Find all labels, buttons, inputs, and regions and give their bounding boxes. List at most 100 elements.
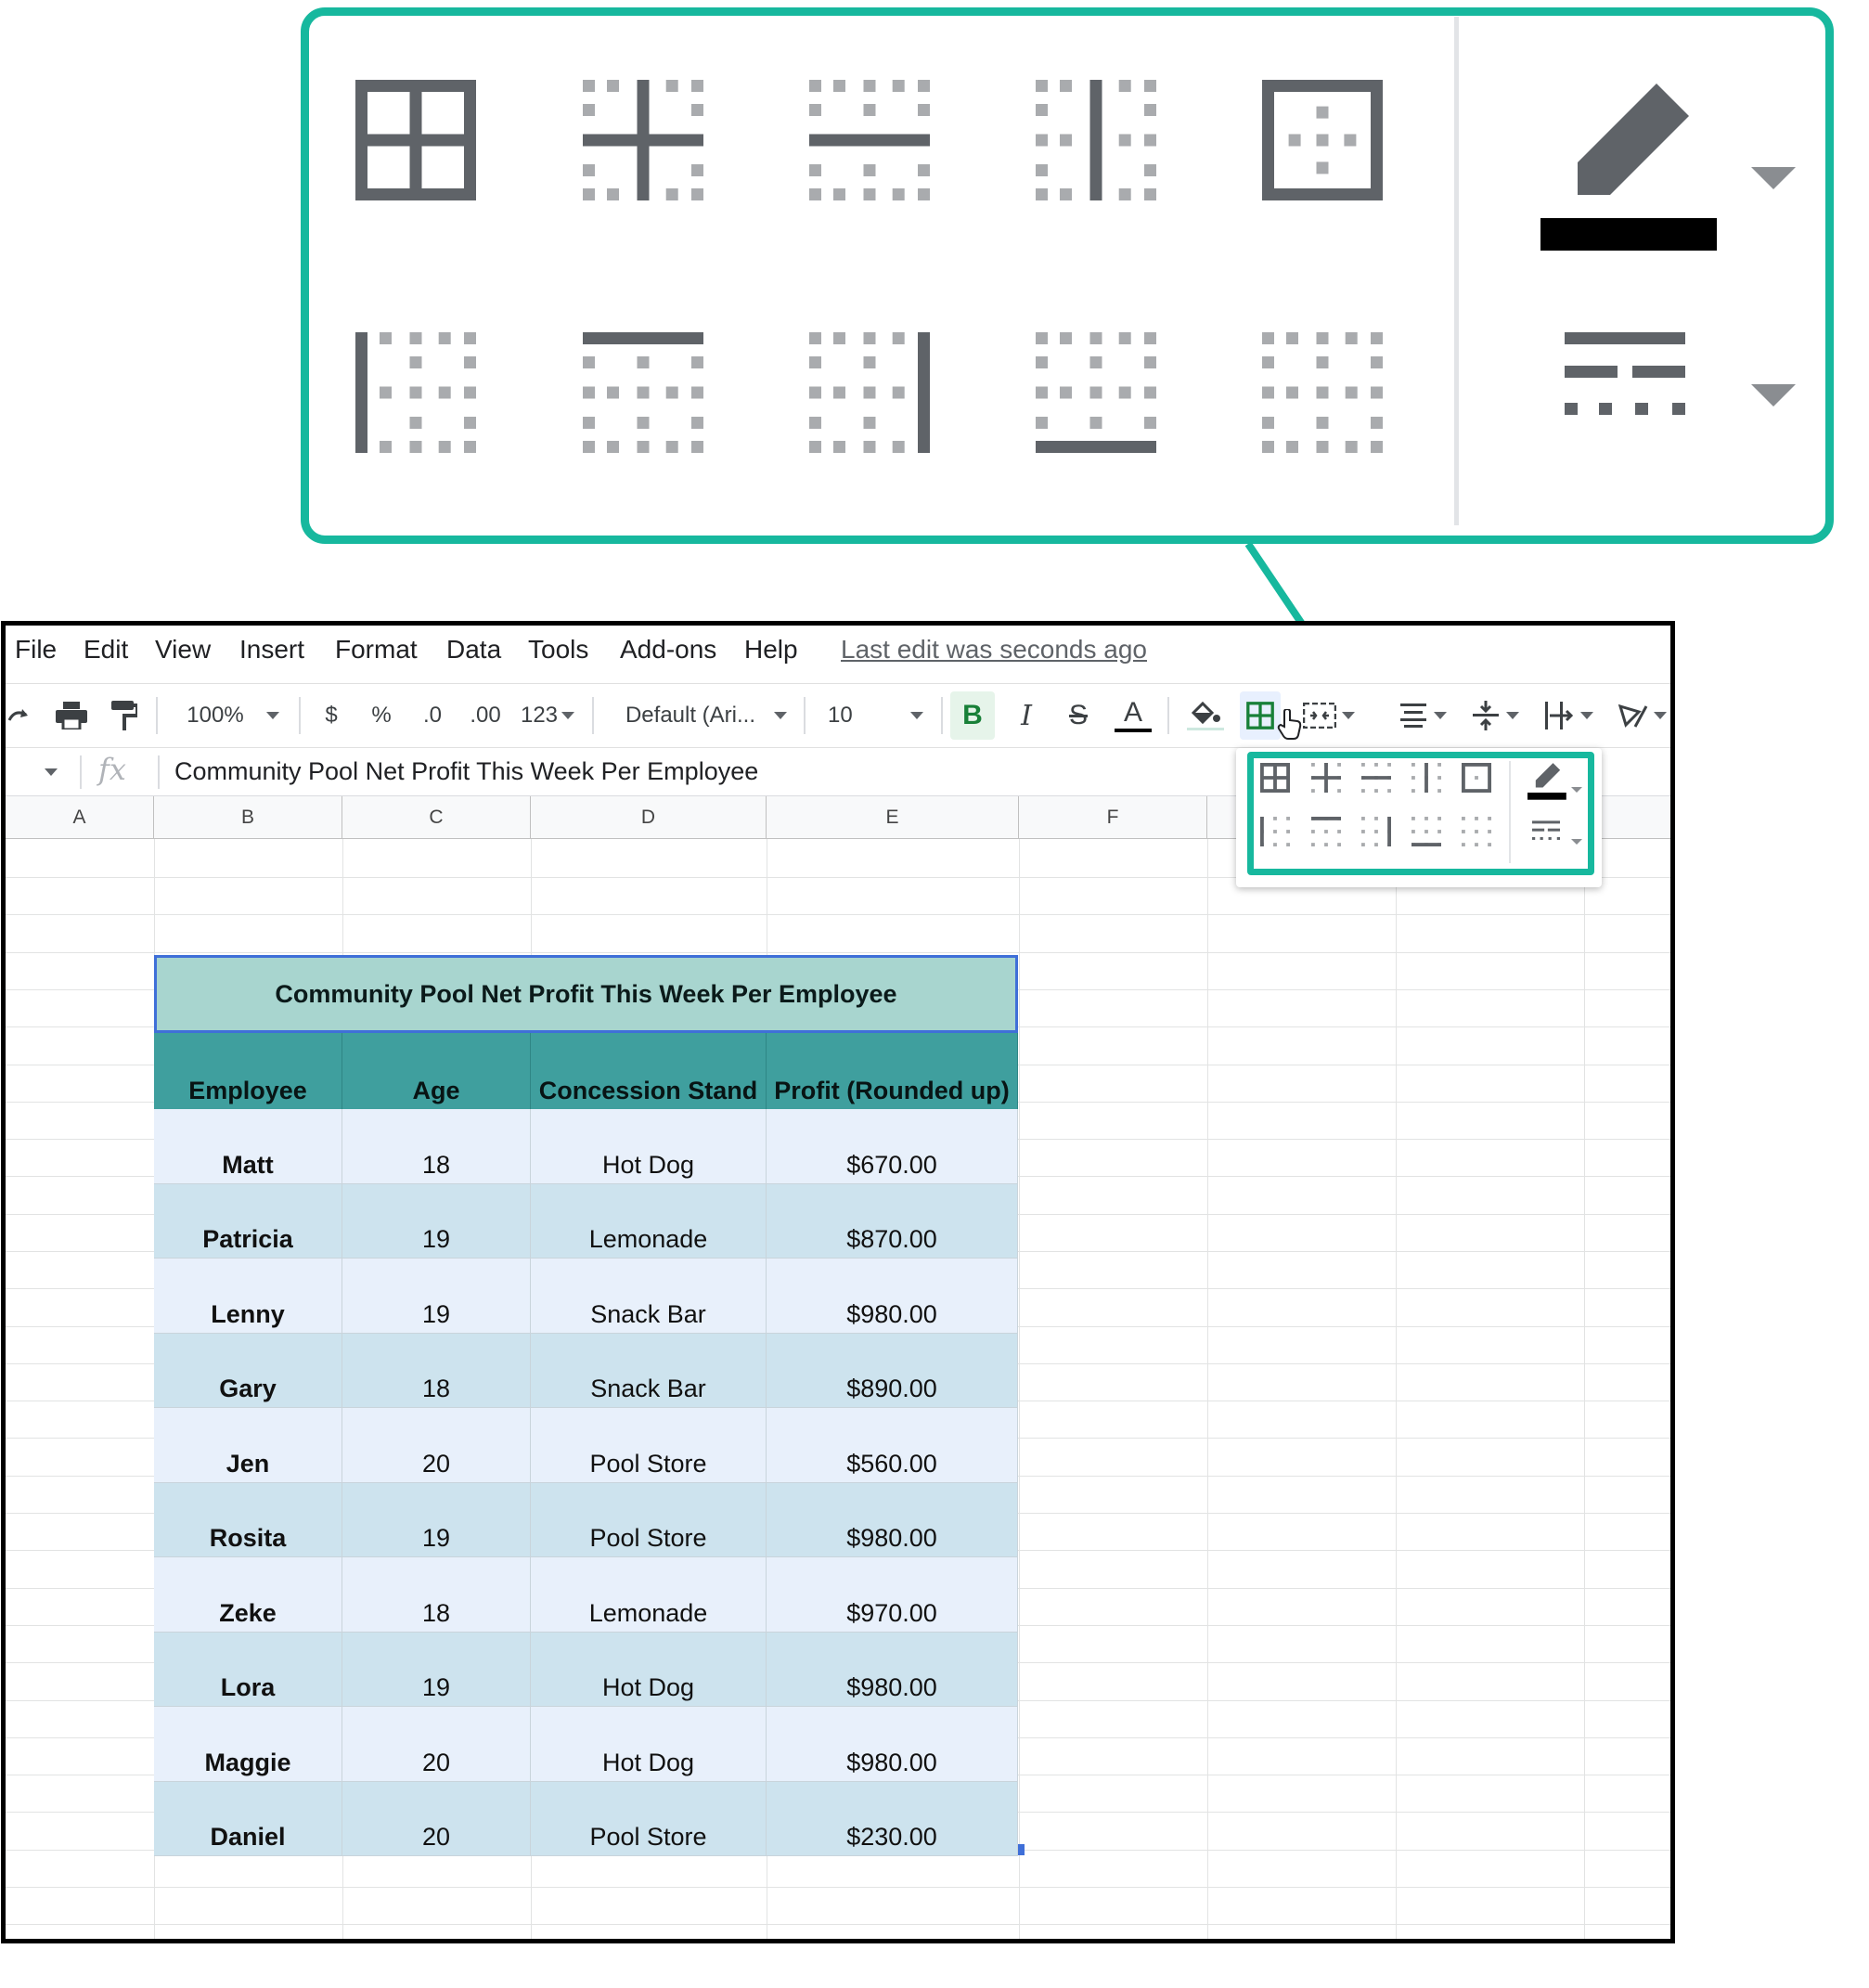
table-cell[interactable]: Hot Dog — [531, 1109, 767, 1184]
italic-button[interactable]: I — [1008, 691, 1045, 740]
clear-borders-icon[interactable] — [1462, 817, 1491, 846]
column-header-b[interactable]: B — [154, 796, 342, 839]
border-color-caret[interactable] — [1571, 787, 1582, 793]
table-cell[interactable]: Maggie — [154, 1707, 342, 1782]
table-cell[interactable]: Patricia — [154, 1183, 342, 1259]
table-title-cell[interactable]: Community Pool Net Profit This Week Per … — [154, 955, 1018, 1033]
inner-borders-icon[interactable] — [583, 80, 703, 200]
menu-format[interactable]: Format — [335, 635, 418, 665]
menu-help[interactable]: Help — [744, 635, 798, 665]
formula-input[interactable]: Community Pool Net Profit This Week Per … — [174, 757, 758, 786]
table-cell[interactable]: Lemonade — [531, 1557, 767, 1633]
increase-decimal-button[interactable]: .00 — [464, 691, 507, 740]
right-border-icon[interactable] — [809, 332, 930, 453]
vertical-align-icon[interactable] — [1468, 691, 1524, 740]
all-borders-icon[interactable] — [355, 80, 476, 200]
fill-color-icon[interactable] — [1182, 691, 1229, 740]
last-edit-link[interactable]: Last edit was seconds ago — [841, 635, 1147, 665]
table-header-cell[interactable]: Concession Stand — [531, 1033, 767, 1109]
top-border-icon[interactable] — [583, 332, 703, 453]
border-style-icon[interactable] — [1565, 332, 1685, 418]
right-border-icon[interactable] — [1361, 817, 1391, 846]
horizontal-borders-icon[interactable] — [809, 80, 930, 200]
left-border-icon[interactable] — [1260, 817, 1290, 846]
top-border-icon[interactable] — [1311, 817, 1341, 846]
table-cell[interactable]: 19 — [342, 1482, 531, 1557]
horizontal-align-icon[interactable] — [1396, 691, 1451, 740]
menu-addons[interactable]: Add-ons — [620, 635, 716, 665]
print-icon[interactable] — [50, 691, 93, 740]
table-cell[interactable]: Matt — [154, 1109, 342, 1184]
menu-data[interactable]: Data — [446, 635, 501, 665]
currency-button[interactable]: $ — [316, 691, 347, 740]
bold-button[interactable]: B — [950, 691, 995, 740]
column-header-c[interactable]: C — [342, 796, 531, 839]
outer-borders-icon[interactable] — [1262, 80, 1383, 200]
table-cell[interactable]: $230.00 — [767, 1781, 1018, 1856]
column-header-d[interactable]: D — [531, 796, 767, 839]
border-color-icon[interactable] — [1527, 763, 1568, 802]
vertical-borders-icon[interactable] — [1036, 80, 1156, 200]
percent-button[interactable]: % — [366, 691, 397, 740]
border-style-icon[interactable] — [1532, 820, 1560, 841]
menu-insert[interactable]: Insert — [239, 635, 304, 665]
table-cell[interactable]: 18 — [342, 1557, 531, 1633]
table-cell[interactable]: 20 — [342, 1408, 531, 1483]
table-cell[interactable]: Snack Bar — [531, 1333, 767, 1408]
table-cell[interactable]: Jen — [154, 1408, 342, 1483]
table-cell[interactable]: Pool Store — [531, 1781, 767, 1856]
strikethrough-button[interactable]: S — [1060, 691, 1097, 740]
table-cell[interactable]: $980.00 — [767, 1482, 1018, 1557]
table-cell[interactable]: $890.00 — [767, 1333, 1018, 1408]
table-cell[interactable]: 19 — [342, 1183, 531, 1259]
table-cell[interactable]: 20 — [342, 1707, 531, 1782]
text-color-button[interactable]: A — [1110, 691, 1156, 740]
menu-view[interactable]: View — [155, 635, 211, 665]
table-cell[interactable]: $980.00 — [767, 1632, 1018, 1707]
horizontal-borders-icon[interactable] — [1361, 763, 1391, 793]
vertical-borders-icon[interactable] — [1411, 763, 1441, 793]
table-cell[interactable]: Lora — [154, 1632, 342, 1707]
table-cell[interactable]: Lemonade — [531, 1183, 767, 1259]
menu-file[interactable]: File — [15, 635, 57, 665]
font-size-select[interactable]: 10 — [828, 691, 930, 740]
font-family-select[interactable]: Default (Ari... — [618, 691, 794, 740]
border-color-icon[interactable] — [1540, 84, 1726, 260]
table-cell[interactable]: $980.00 — [767, 1259, 1018, 1334]
bottom-border-icon[interactable] — [1036, 332, 1156, 453]
table-cell[interactable]: $870.00 — [767, 1183, 1018, 1259]
table-cell[interactable]: Hot Dog — [531, 1707, 767, 1782]
column-header-a[interactable]: A — [6, 796, 154, 839]
table-cell[interactable]: 18 — [342, 1109, 531, 1184]
border-color-caret[interactable] — [1751, 167, 1796, 189]
table-cell[interactable]: Snack Bar — [531, 1259, 767, 1334]
all-borders-icon[interactable] — [1260, 763, 1290, 793]
table-cell[interactable]: 19 — [342, 1632, 531, 1707]
table-cell[interactable]: Lenny — [154, 1259, 342, 1334]
zoom-select[interactable]: 100% — [178, 691, 288, 740]
table-cell[interactable]: 19 — [342, 1259, 531, 1334]
table-header-cell[interactable]: Employee — [154, 1033, 342, 1109]
table-cell[interactable]: $970.00 — [767, 1557, 1018, 1633]
more-formats-button[interactable]: 123 — [518, 691, 577, 740]
table-cell[interactable]: Hot Dog — [531, 1632, 767, 1707]
table-cell[interactable]: $670.00 — [767, 1109, 1018, 1184]
table-cell[interactable]: 18 — [342, 1333, 531, 1408]
table-header-cell[interactable]: Profit (Rounded up) — [767, 1033, 1018, 1109]
clear-borders-icon[interactable] — [1262, 332, 1383, 453]
name-box-chevron-down-icon[interactable] — [45, 768, 58, 776]
paint-format-icon[interactable] — [106, 691, 143, 740]
table-cell[interactable]: Pool Store — [531, 1482, 767, 1557]
left-border-icon[interactable] — [355, 332, 476, 453]
menu-tools[interactable]: Tools — [528, 635, 588, 665]
text-rotation-icon[interactable] — [1615, 691, 1670, 740]
column-header-f[interactable]: F — [1019, 796, 1207, 839]
text-wrapping-icon[interactable] — [1540, 691, 1598, 740]
table-cell[interactable]: 20 — [342, 1781, 531, 1856]
border-style-caret[interactable] — [1751, 384, 1796, 407]
table-cell[interactable]: Rosita — [154, 1482, 342, 1557]
table-cell[interactable]: Pool Store — [531, 1408, 767, 1483]
outer-borders-icon[interactable] — [1462, 763, 1491, 793]
table-cell[interactable]: Gary — [154, 1333, 342, 1408]
table-cell[interactable]: Zeke — [154, 1557, 342, 1633]
